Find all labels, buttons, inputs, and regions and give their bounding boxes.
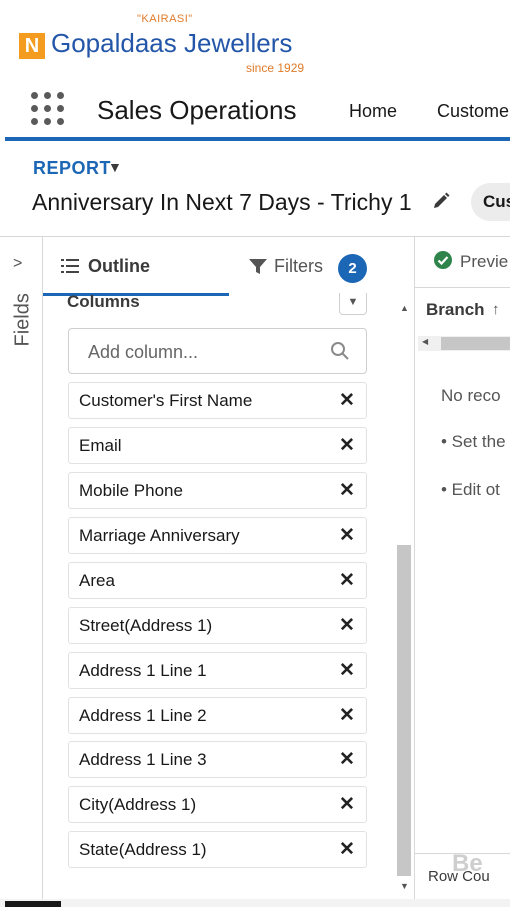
app-name: Sales Operations: [97, 95, 297, 125]
column-item[interactable]: Marriage Anniversary ✕: [68, 517, 367, 554]
brand-since: since 1929: [246, 61, 305, 75]
column-label: Mobile Phone: [79, 481, 183, 500]
column-item[interactable]: Address 1 Line 1 ✕: [68, 652, 367, 689]
chevron-right-icon[interactable]: >: [13, 255, 22, 273]
sort-ascending-icon[interactable]: ↑: [492, 301, 500, 318]
filters-count-badge: 2: [338, 254, 367, 283]
nav-item-customers[interactable]: Custome: [437, 101, 509, 122]
scrollbar-thumb[interactable]: [441, 337, 510, 350]
empty-state-message: No reco: [441, 386, 501, 405]
column-item[interactable]: State(Address 1) ✕: [68, 831, 367, 868]
add-column-field[interactable]: [68, 328, 367, 374]
column-item[interactable]: Street(Address 1) ✕: [68, 607, 367, 644]
close-icon[interactable]: ✕: [337, 389, 357, 412]
empty-state-hint: • Set the: [441, 432, 506, 451]
close-icon[interactable]: ✕: [337, 614, 357, 637]
watermark: Be: [452, 850, 483, 877]
report-title: Anniversary In Next 7 Days - Trichy 1: [32, 189, 412, 215]
column-label: Email: [79, 436, 122, 455]
app-bar-underline: [5, 137, 510, 141]
search-icon: [330, 341, 350, 361]
column-label: Address 1 Line 1: [79, 661, 207, 680]
close-icon[interactable]: ✕: [337, 748, 357, 771]
chevron-down-icon[interactable]: ▼: [108, 159, 122, 175]
preview-label: Previe: [460, 252, 509, 271]
empty-state-hint: • Edit ot: [441, 480, 500, 499]
customize-button[interactable]: Cus: [471, 183, 510, 221]
column-header-branch[interactable]: Branch: [426, 300, 485, 320]
brand-name: Gopaldaas Jewellers: [51, 28, 293, 58]
close-icon[interactable]: ✕: [337, 793, 357, 816]
column-label: Customer's First Name: [79, 391, 253, 410]
pencil-icon[interactable]: [431, 191, 451, 211]
nav-item-home[interactable]: Home: [349, 101, 397, 122]
preview-divider: [415, 287, 510, 288]
column-item[interactable]: Mobile Phone ✕: [68, 472, 367, 509]
scroll-up-icon[interactable]: ▲: [400, 303, 409, 313]
report-type-label[interactable]: REPORT: [33, 158, 111, 179]
scrollbar-thumb[interactable]: [397, 545, 411, 876]
list-icon: [61, 258, 79, 274]
column-item[interactable]: Address 1 Line 3 ✕: [68, 741, 367, 778]
column-label: State(Address 1): [79, 840, 207, 859]
scroll-left-icon[interactable]: ◀: [422, 337, 428, 346]
rail-divider: [42, 237, 43, 907]
chevron-down-icon[interactable]: ▼: [339, 293, 367, 315]
column-item[interactable]: Email ✕: [68, 427, 367, 464]
close-icon[interactable]: ✕: [337, 838, 357, 861]
scroll-down-icon[interactable]: ▼: [400, 881, 409, 891]
close-icon[interactable]: ✕: [337, 704, 357, 727]
bottom-block: [5, 901, 61, 907]
header-divider: [0, 236, 510, 237]
bottom-bar: [0, 899, 510, 907]
tab-outline-label: Outline: [88, 256, 150, 276]
panel-divider: [414, 237, 415, 907]
add-column-input[interactable]: [86, 341, 320, 364]
column-label: Street(Address 1): [79, 616, 213, 635]
filter-icon: [249, 259, 267, 275]
fields-toggle[interactable]: Fields: [12, 293, 35, 346]
column-item[interactable]: City(Address 1) ✕: [68, 786, 367, 823]
column-label: City(Address 1): [79, 795, 197, 814]
brand-tagline: "KAIRASI": [137, 13, 193, 25]
check-circle-icon: [434, 251, 452, 269]
columns-heading: Columns: [67, 292, 140, 311]
close-icon[interactable]: ✕: [337, 659, 357, 682]
column-item[interactable]: Customer's First Name ✕: [68, 382, 367, 419]
brand-logo-icon: N: [19, 33, 45, 59]
column-label: Address 1 Line 3: [79, 750, 207, 769]
close-icon[interactable]: ✕: [337, 569, 357, 592]
column-label: Marriage Anniversary: [79, 526, 240, 545]
app-launcher-icon[interactable]: [31, 92, 67, 128]
close-icon[interactable]: ✕: [337, 479, 357, 502]
close-icon[interactable]: ✕: [337, 524, 357, 547]
tab-filters-label: Filters: [274, 256, 323, 276]
column-item[interactable]: Address 1 Line 2 ✕: [68, 697, 367, 734]
column-item[interactable]: Area ✕: [68, 562, 367, 599]
column-label: Area: [79, 571, 115, 590]
close-icon[interactable]: ✕: [337, 434, 357, 457]
column-label: Address 1 Line 2: [79, 706, 207, 725]
